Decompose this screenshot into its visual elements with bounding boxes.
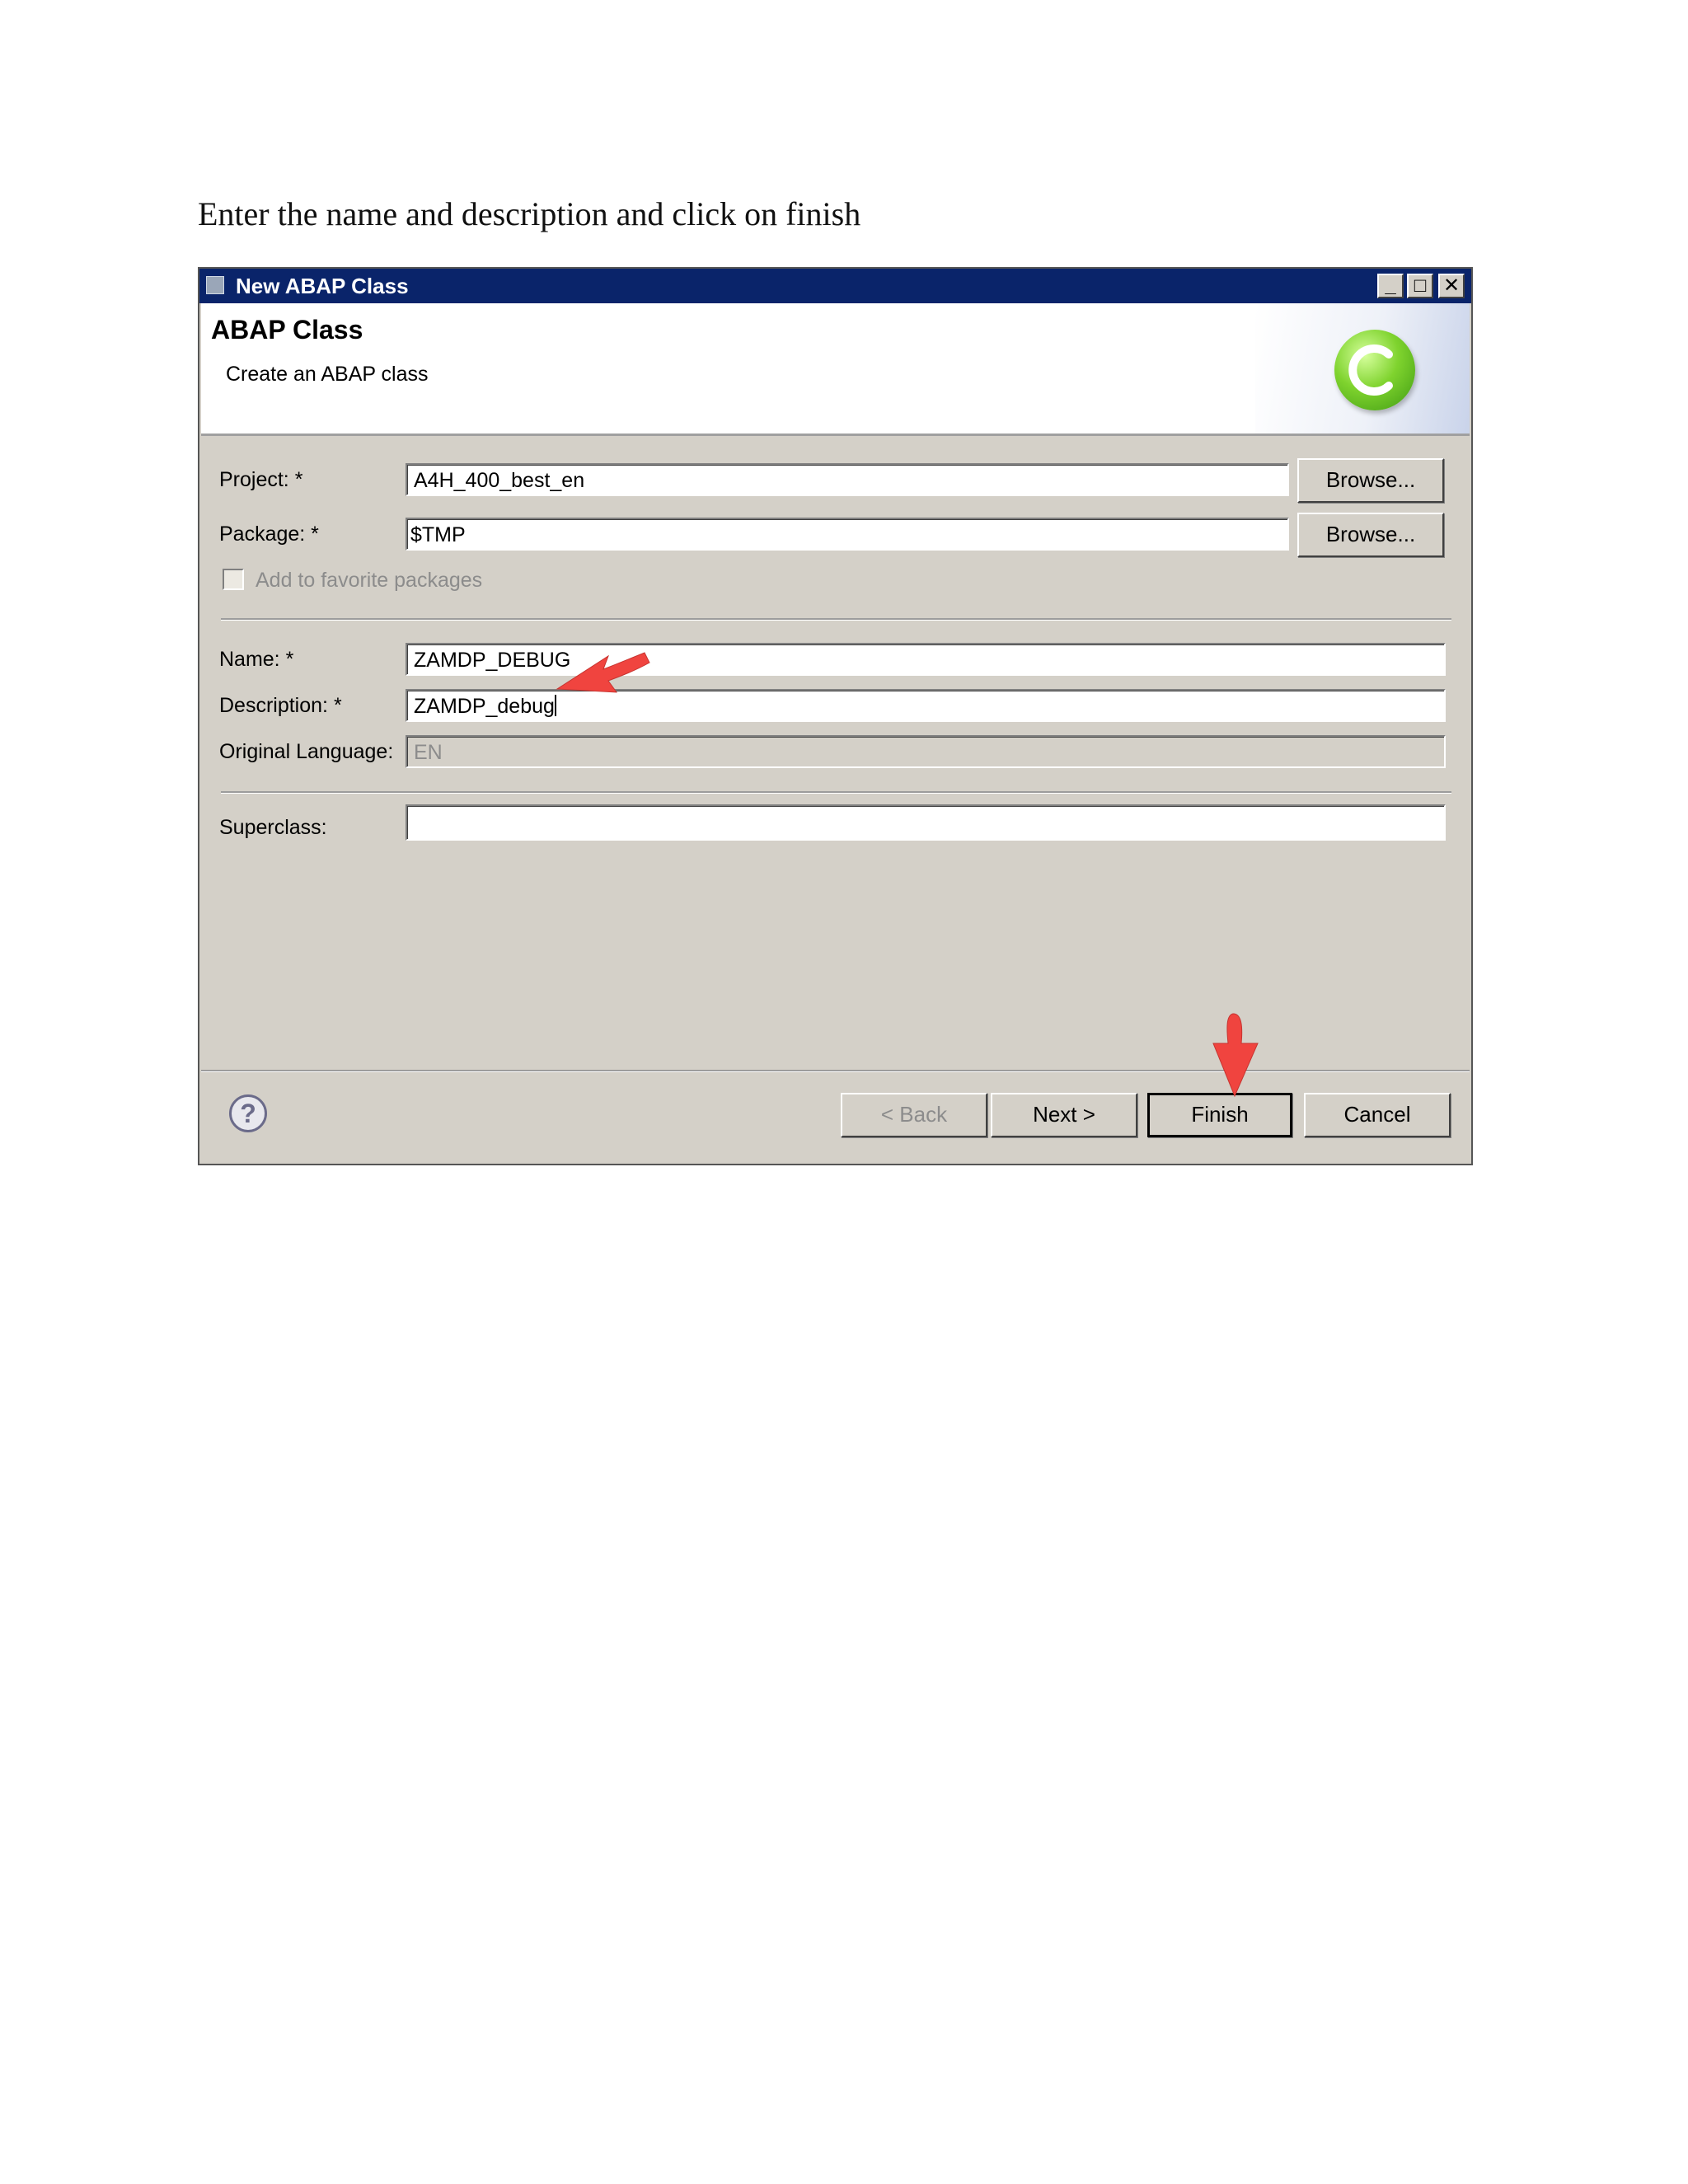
close-button[interactable]: ✕	[1438, 274, 1465, 298]
package-field[interactable]: $TMP	[406, 518, 1289, 551]
package-label: Package: *	[219, 523, 319, 546]
new-abap-class-dialog: New ABAP Class _ □ ✕ ABAP Class Create a…	[198, 267, 1473, 1165]
language-label: Original Language:	[219, 740, 394, 763]
dialog-title: New ABAP Class	[236, 274, 409, 298]
next-button[interactable]: Next >	[991, 1093, 1137, 1137]
separator-1	[221, 618, 1451, 621]
superclass-label: Superclass:	[219, 816, 327, 839]
separator-2	[221, 791, 1451, 794]
favorite-packages-checkbox[interactable]	[223, 569, 244, 590]
cancel-button[interactable]: Cancel	[1304, 1093, 1451, 1137]
footer-separator	[201, 1070, 1470, 1072]
browse-project-button[interactable]: Browse...	[1297, 458, 1444, 503]
minimize-button[interactable]: _	[1377, 274, 1404, 298]
browse-package-button[interactable]: Browse...	[1297, 513, 1444, 557]
finish-pointer-arrow-icon	[1212, 1013, 1259, 1098]
wizard-header: ABAP Class Create an ABAP class	[201, 303, 1470, 436]
help-question-icon[interactable]: ?	[229, 1094, 267, 1132]
wizard-subtitle: Create an ABAP class	[226, 363, 429, 386]
project-field[interactable]: A4H_400_best_en	[406, 463, 1289, 496]
favorite-packages-label: Add to favorite packages	[256, 569, 483, 592]
back-button[interactable]: < Back	[841, 1093, 987, 1137]
description-label: Description: *	[219, 694, 342, 717]
instruction-text: Enter the name and description and click…	[198, 195, 861, 232]
superclass-field[interactable]	[406, 804, 1446, 841]
name-pointer-arrow-icon	[556, 652, 650, 693]
language-field: EN	[406, 735, 1446, 768]
abap-class-c-icon	[1334, 330, 1415, 410]
maximize-button[interactable]: □	[1407, 274, 1433, 298]
window-app-icon	[206, 276, 224, 294]
wizard-title: ABAP Class	[211, 315, 363, 344]
project-label: Project: *	[219, 468, 303, 491]
dialog-title-bar: New ABAP Class _ □ ✕	[199, 269, 1471, 303]
description-value: ZAMDP_debug	[414, 695, 555, 718]
name-label: Name: *	[219, 648, 294, 671]
